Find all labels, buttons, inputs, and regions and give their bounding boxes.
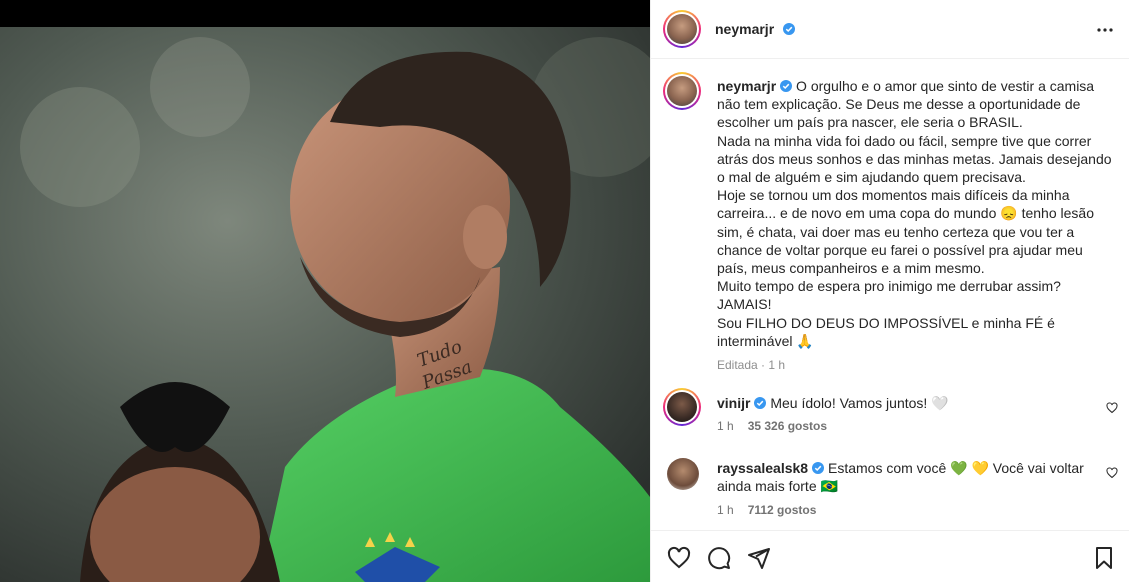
comment-item: rayssalealsk8 Estamos com você 💚 💛 Você … bbox=[651, 455, 1129, 525]
post-image[interactable]: Tudo Passa bbox=[0, 27, 650, 582]
comment-like-heart-icon[interactable] bbox=[1106, 402, 1118, 414]
post-side-panel: neymarjr neymarjr O orgulho e o amor que… bbox=[650, 0, 1129, 582]
caption-line: escolher um país pra nascer, ele seria o… bbox=[717, 114, 1023, 131]
comment-time[interactable]: 1 h bbox=[717, 419, 734, 433]
verified-icon bbox=[782, 23, 795, 35]
caption-line: interminável 🙏 bbox=[717, 332, 814, 349]
commenter-avatar[interactable] bbox=[667, 458, 699, 490]
verified-icon bbox=[780, 80, 793, 92]
caption-avatar[interactable] bbox=[663, 72, 701, 110]
post-username[interactable]: neymarjr bbox=[715, 21, 774, 37]
caption-line: carreira... e de novo em uma copa do mun… bbox=[717, 205, 1094, 222]
caption-line: não tem explicação. Se Deus me desse a o… bbox=[717, 96, 1081, 113]
comment-likes[interactable]: 7112 gostos bbox=[748, 503, 817, 517]
caption-line: Hoje se tornou um dos momentos mais difí… bbox=[717, 187, 1070, 204]
comment-text: vinijr Meu ídolo! Vamos juntos! 🤍 bbox=[717, 394, 1087, 412]
more-options-icon[interactable] bbox=[1096, 21, 1114, 39]
comment-username[interactable]: rayssalealsk8 bbox=[717, 460, 808, 476]
commenter-avatar[interactable] bbox=[663, 388, 701, 426]
caption-line: JAMAIS! bbox=[717, 296, 772, 313]
caption-line: Sou FILHO DO DEUS DO IMPOSSÍVEL e minha … bbox=[717, 314, 1055, 331]
caption-line: o mal de alguém e sim ajudando quem prec… bbox=[717, 169, 1026, 186]
caption-line: O orgulho e o amor que sinto de vestir a… bbox=[796, 78, 1095, 94]
verified-icon bbox=[812, 462, 825, 474]
post-photo-pane: Tudo Passa bbox=[0, 0, 650, 582]
verified-icon bbox=[754, 397, 767, 409]
post-header: neymarjr bbox=[651, 0, 1129, 59]
comment-body: Meu ídolo! Vamos juntos! 🤍 bbox=[770, 395, 949, 411]
caption-username[interactable]: neymarjr bbox=[717, 78, 776, 94]
caption-line: Muito tempo de espera pro inimigo me der… bbox=[717, 278, 1061, 295]
comment-info: 1 h 35 326 gostos bbox=[717, 419, 827, 433]
comment-username[interactable]: vinijr bbox=[717, 395, 750, 411]
share-send-icon[interactable] bbox=[747, 546, 771, 570]
caption-meta: Editada · 1 h bbox=[717, 358, 786, 373]
edited-label: Editada bbox=[717, 358, 758, 373]
comment-likes[interactable]: 35 326 gostos bbox=[748, 419, 827, 433]
comment-item: vinijr Meu ídolo! Vamos juntos! 🤍 1 h 35 … bbox=[651, 388, 1129, 448]
comment-info: 1 h 7112 gostos bbox=[717, 503, 816, 517]
comment-text: rayssalealsk8 Estamos com você 💚 💛 Você … bbox=[717, 459, 1087, 495]
caption-line: país, meus companheiros e a mim mesmo. bbox=[717, 260, 985, 277]
comment-time[interactable]: 1 h bbox=[717, 503, 734, 517]
post-actions-bar bbox=[651, 530, 1129, 582]
caption-time[interactable]: 1 h bbox=[768, 358, 785, 372]
comment-bubble-icon[interactable] bbox=[707, 546, 731, 570]
like-heart-icon[interactable] bbox=[667, 546, 691, 570]
save-bookmark-icon[interactable] bbox=[1092, 546, 1116, 570]
post-caption: neymarjr O orgulho e o amor que sinto de… bbox=[717, 77, 1117, 374]
caption-line: sim, é chata, vai doer mas eu tenho cert… bbox=[717, 223, 1075, 240]
comment-like-heart-icon[interactable] bbox=[1106, 467, 1118, 479]
caption-line: Nada na minha vida foi dado ou fácil, se… bbox=[717, 132, 1092, 149]
caption-line: chance de voltar porque eu farei o possí… bbox=[717, 241, 1083, 258]
avatar[interactable] bbox=[663, 10, 701, 48]
photo-illustration: Tudo Passa bbox=[0, 27, 650, 582]
caption-line: atrás dos meus sonhos e das minhas metas… bbox=[717, 150, 1112, 167]
